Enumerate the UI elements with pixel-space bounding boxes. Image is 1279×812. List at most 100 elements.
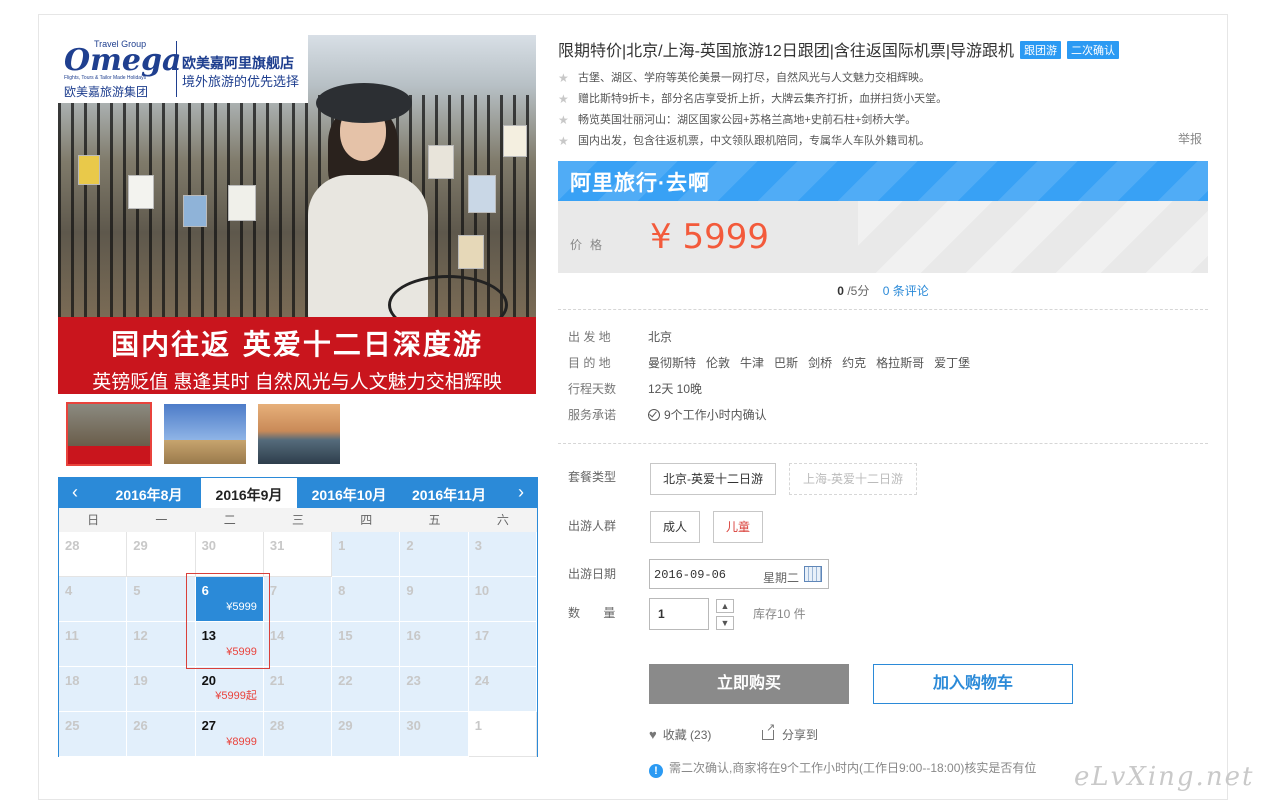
day-number: 21 bbox=[269, 673, 285, 688]
promise-value: 9个工作小时内确认 bbox=[664, 408, 767, 422]
duration-value: 12天 10晚 bbox=[648, 382, 703, 396]
reviews-link[interactable]: 0 条评论 bbox=[883, 284, 929, 298]
weekday-label: 四 bbox=[360, 513, 373, 527]
check-circle-icon bbox=[648, 409, 660, 421]
month-tab[interactable]: 2016年10月 bbox=[301, 478, 397, 508]
destination-label: 目 的 地 bbox=[568, 356, 611, 370]
day-number: 13 bbox=[201, 628, 217, 643]
destination-item: 伦敦 bbox=[706, 356, 731, 370]
report-link[interactable]: 举报 bbox=[1178, 130, 1202, 147]
calendar-day: 28 bbox=[263, 712, 333, 757]
product-title-text: 限期特价|北京/上海-英国旅游12日跟团|含往返国际机票|导游跟机 bbox=[558, 43, 1015, 60]
price-decoration bbox=[858, 201, 1208, 273]
day-price: ¥8999 bbox=[226, 736, 257, 748]
day-number: 30 bbox=[406, 718, 421, 733]
share-button[interactable]: 分享到 bbox=[762, 721, 818, 743]
destination-item: 约克 bbox=[842, 356, 867, 370]
calendar-day: 1 bbox=[468, 712, 537, 757]
feature-item: ★ 国内出发，包含往返机票，中文领队跟机陪同，专属华人车队外籍司机。 bbox=[558, 131, 1208, 152]
day-number: 4 bbox=[65, 583, 73, 598]
promise-row: 服务承诺 9个工作小时内确认 bbox=[568, 406, 767, 423]
thumbnail-big-ben[interactable] bbox=[162, 402, 248, 466]
date-field[interactable]: 2016-09-06 星期二 bbox=[649, 559, 829, 589]
favorite-button[interactable]: ♥ 收藏 (23) bbox=[649, 726, 711, 743]
calendar-day: 7 bbox=[263, 577, 333, 622]
poster bbox=[228, 185, 256, 221]
month-tab[interactable]: 2016年11月 bbox=[401, 478, 497, 508]
poster bbox=[128, 175, 154, 209]
calendar-icon[interactable] bbox=[804, 566, 822, 582]
day-number: 5 bbox=[133, 583, 141, 598]
feature-list: ★ 古堡、湖区、学府等英伦美景一网打尽，自然风光与人文魅力交相辉映。 ★ 赠比斯特9… bbox=[558, 68, 1208, 152]
calendar-day: 4 bbox=[59, 577, 128, 622]
calendar-day: 22 bbox=[332, 667, 401, 712]
store-slogan: 境外旅游的优先选择 bbox=[182, 74, 300, 89]
calendar-day-selected[interactable]: 6 ¥5999 bbox=[195, 577, 264, 622]
favorite-label: 收藏 (23) bbox=[662, 728, 712, 742]
package-label: 套餐类型 bbox=[568, 470, 617, 484]
day-number: 29 bbox=[338, 718, 353, 733]
day-number: 27 bbox=[201, 718, 217, 733]
divider bbox=[558, 443, 1208, 444]
quantity-decrease-button[interactable]: ▼ bbox=[716, 616, 734, 630]
thumbnail-skyline[interactable] bbox=[256, 402, 342, 466]
calendar-day: 28 bbox=[59, 532, 128, 577]
package-option-beijing[interactable]: 北京-英爱十二日游 bbox=[650, 463, 776, 495]
day-number: 8 bbox=[338, 583, 346, 598]
hero-image[interactable]: Travel Group Omega Flights, Tours & Tail… bbox=[58, 35, 536, 394]
quantity-increase-button[interactable]: ▲ bbox=[716, 599, 734, 613]
share-icon bbox=[762, 721, 775, 740]
calendar-day[interactable]: 20 ¥5999起 bbox=[195, 667, 264, 712]
destination-item: 牛津 bbox=[740, 356, 765, 370]
calendar-day: 19 bbox=[127, 667, 196, 712]
month-tab-active[interactable]: 2016年9月 bbox=[201, 478, 297, 509]
day-price: ¥5999 bbox=[226, 646, 257, 658]
quantity-input[interactable]: 1 bbox=[649, 598, 709, 630]
day-number: 1 bbox=[474, 718, 482, 733]
calendar-day: 9 bbox=[400, 577, 469, 622]
date-label: 出游日期 bbox=[568, 567, 617, 581]
rating-suffix: /5分 bbox=[847, 284, 870, 298]
store-name: 欧美嘉阿里旗舰店 bbox=[182, 55, 294, 71]
model-hat bbox=[316, 83, 412, 123]
month-tab[interactable]: 2016年8月 bbox=[101, 478, 197, 508]
day-number: 1 bbox=[338, 538, 346, 553]
star-icon: ★ bbox=[558, 113, 569, 127]
calendar-day: 30 bbox=[400, 712, 469, 757]
day-price: ¥5999 bbox=[226, 601, 257, 613]
day-number: 7 bbox=[269, 583, 278, 598]
buy-now-button[interactable]: 立即购买 bbox=[649, 664, 849, 704]
calendar-day[interactable]: 27 ¥8999 bbox=[195, 712, 264, 757]
feature-item: ★ 古堡、湖区、学府等英伦美景一网打尽，自然风光与人文魅力交相辉映。 bbox=[558, 68, 1208, 89]
poster bbox=[78, 155, 100, 185]
thumbnail-cover[interactable] bbox=[66, 402, 152, 466]
calendar-day: 25 bbox=[59, 712, 128, 757]
calendar-day: 10 bbox=[468, 577, 537, 622]
package-option-shanghai[interactable]: 上海-英爱十二日游 bbox=[789, 463, 917, 495]
add-to-cart-button[interactable]: 加入购物车 bbox=[873, 664, 1073, 704]
day-number: 25 bbox=[65, 718, 80, 733]
poster bbox=[468, 175, 496, 213]
day-number: 30 bbox=[201, 538, 217, 553]
logo-tagline: Flights, Tours & Tailor Made Holidays bbox=[64, 75, 147, 81]
chevron-left-icon[interactable]: ‹ bbox=[65, 482, 85, 502]
crowd-option-child[interactable]: 儿童 bbox=[713, 511, 763, 543]
weekday-label: 日 bbox=[87, 513, 100, 527]
banner-subline: 英镑贬值 惠逢其时 自然风光与人文魅力交相辉映 bbox=[92, 372, 502, 393]
calendar-day: 12 bbox=[127, 622, 196, 667]
day-number: 18 bbox=[65, 673, 80, 688]
chevron-right-icon[interactable]: › bbox=[511, 482, 531, 502]
calendar-day: 17 bbox=[468, 622, 537, 667]
calendar-day[interactable]: 13 ¥5999 bbox=[195, 622, 264, 667]
price-band: 阿里旅行·去啊 bbox=[558, 161, 1208, 201]
calendar-day: 3 bbox=[468, 532, 537, 577]
star-icon: ★ bbox=[558, 134, 569, 148]
calendar-day: 18 bbox=[59, 667, 128, 712]
calendar-day: 30 bbox=[195, 532, 264, 577]
feature-text: 古堡、湖区、学府等英伦美景一网打尽，自然风光与人文魅力交相辉映。 bbox=[578, 72, 930, 84]
crowd-option-adult[interactable]: 成人 bbox=[650, 511, 700, 543]
product-title: 限期特价|北京/上海-英国旅游12日跟团|含往返国际机票|导游跟机 跟团游 二次确认 bbox=[558, 37, 1120, 61]
poster bbox=[503, 125, 527, 157]
day-number: 29 bbox=[133, 538, 148, 553]
calendar-day: 15 bbox=[332, 622, 401, 667]
